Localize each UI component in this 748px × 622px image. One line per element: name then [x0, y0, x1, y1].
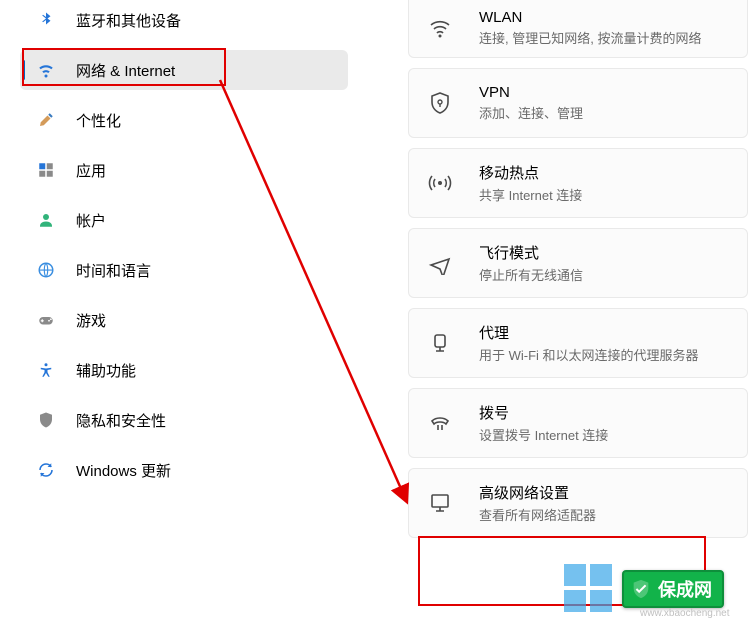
sidebar-item-accessibility[interactable]: 辅助功能: [20, 350, 348, 390]
settings-main-panel: WLAN 连接, 管理已知网络, 按流量计费的网络 VPN 添加、连接、管理 移…: [358, 0, 748, 622]
person-icon: [36, 210, 56, 230]
tile-wlan[interactable]: WLAN 连接, 管理已知网络, 按流量计费的网络: [408, 0, 748, 58]
proxy-icon: [427, 330, 453, 356]
sidebar-item-time-language[interactable]: 时间和语言: [20, 250, 348, 290]
globe-icon: [36, 260, 56, 280]
gamepad-icon: [36, 310, 56, 330]
tile-hotspot[interactable]: 移动热点 共享 Internet 连接: [408, 148, 748, 218]
tile-subtitle: 共享 Internet 连接: [479, 185, 582, 204]
sidebar-item-label: 蓝牙和其他设备: [76, 10, 181, 31]
tile-subtitle: 连接, 管理已知网络, 按流量计费的网络: [479, 28, 701, 47]
airplane-icon: [427, 250, 453, 276]
hotspot-icon: [427, 170, 453, 196]
sidebar-item-windows-update[interactable]: Windows 更新: [20, 450, 348, 490]
wifi-icon: [36, 60, 56, 80]
sidebar-item-label: 应用: [76, 160, 106, 181]
tile-title: 飞行模式: [479, 242, 583, 263]
vpn-shield-icon: [427, 90, 453, 116]
tile-subtitle: 查看所有网络适配器: [479, 505, 596, 524]
sidebar-item-network[interactable]: 网络 & Internet: [20, 50, 348, 90]
tile-title: WLAN: [479, 9, 701, 26]
tile-subtitle: 设置拨号 Internet 连接: [479, 425, 608, 444]
sidebar-item-bluetooth[interactable]: 蓝牙和其他设备: [20, 0, 348, 40]
sync-icon: [36, 460, 56, 480]
tile-advanced-network[interactable]: 高级网络设置 查看所有网络适配器: [408, 468, 748, 538]
dialup-icon: [427, 410, 453, 436]
tile-subtitle: 停止所有无线通信: [479, 265, 583, 284]
tile-title: 高级网络设置: [479, 482, 596, 503]
apps-icon: [36, 160, 56, 180]
tile-proxy[interactable]: 代理 用于 Wi-Fi 和以太网连接的代理服务器: [408, 308, 748, 378]
sidebar-item-privacy[interactable]: 隐私和安全性: [20, 400, 348, 440]
tile-title: 拨号: [479, 402, 608, 423]
tile-airplane[interactable]: 飞行模式 停止所有无线通信: [408, 228, 748, 298]
sidebar-item-personalization[interactable]: 个性化: [20, 100, 348, 140]
sidebar-item-label: Windows 更新: [76, 460, 171, 481]
sidebar-item-label: 帐户: [76, 210, 106, 231]
monitor-icon: [427, 490, 453, 516]
sidebar-item-label: 个性化: [76, 110, 121, 131]
tile-title: VPN: [479, 84, 583, 101]
brush-icon: [36, 110, 56, 130]
sidebar-item-gaming[interactable]: 游戏: [20, 300, 348, 340]
tile-dialup[interactable]: 拨号 设置拨号 Internet 连接: [408, 388, 748, 458]
tile-vpn[interactable]: VPN 添加、连接、管理: [408, 68, 748, 138]
bluetooth-icon: [36, 10, 56, 30]
sidebar-item-label: 游戏: [76, 310, 106, 331]
sidebar-item-label: 辅助功能: [76, 360, 136, 381]
shield-icon: [36, 410, 56, 430]
accessibility-icon: [36, 360, 56, 380]
settings-sidebar: 蓝牙和其他设备 网络 & Internet 个性化 应用 帐户: [0, 0, 358, 622]
tile-title: 移动热点: [479, 162, 582, 183]
sidebar-item-label: 隐私和安全性: [76, 410, 166, 431]
tile-subtitle: 添加、连接、管理: [479, 103, 583, 122]
sidebar-item-accounts[interactable]: 帐户: [20, 200, 348, 240]
sidebar-item-label: 时间和语言: [76, 260, 151, 281]
sidebar-item-apps[interactable]: 应用: [20, 150, 348, 190]
sidebar-item-label: 网络 & Internet: [76, 60, 175, 81]
wifi-icon: [427, 15, 453, 41]
tile-subtitle: 用于 Wi-Fi 和以太网连接的代理服务器: [479, 345, 699, 364]
tile-title: 代理: [479, 322, 699, 343]
